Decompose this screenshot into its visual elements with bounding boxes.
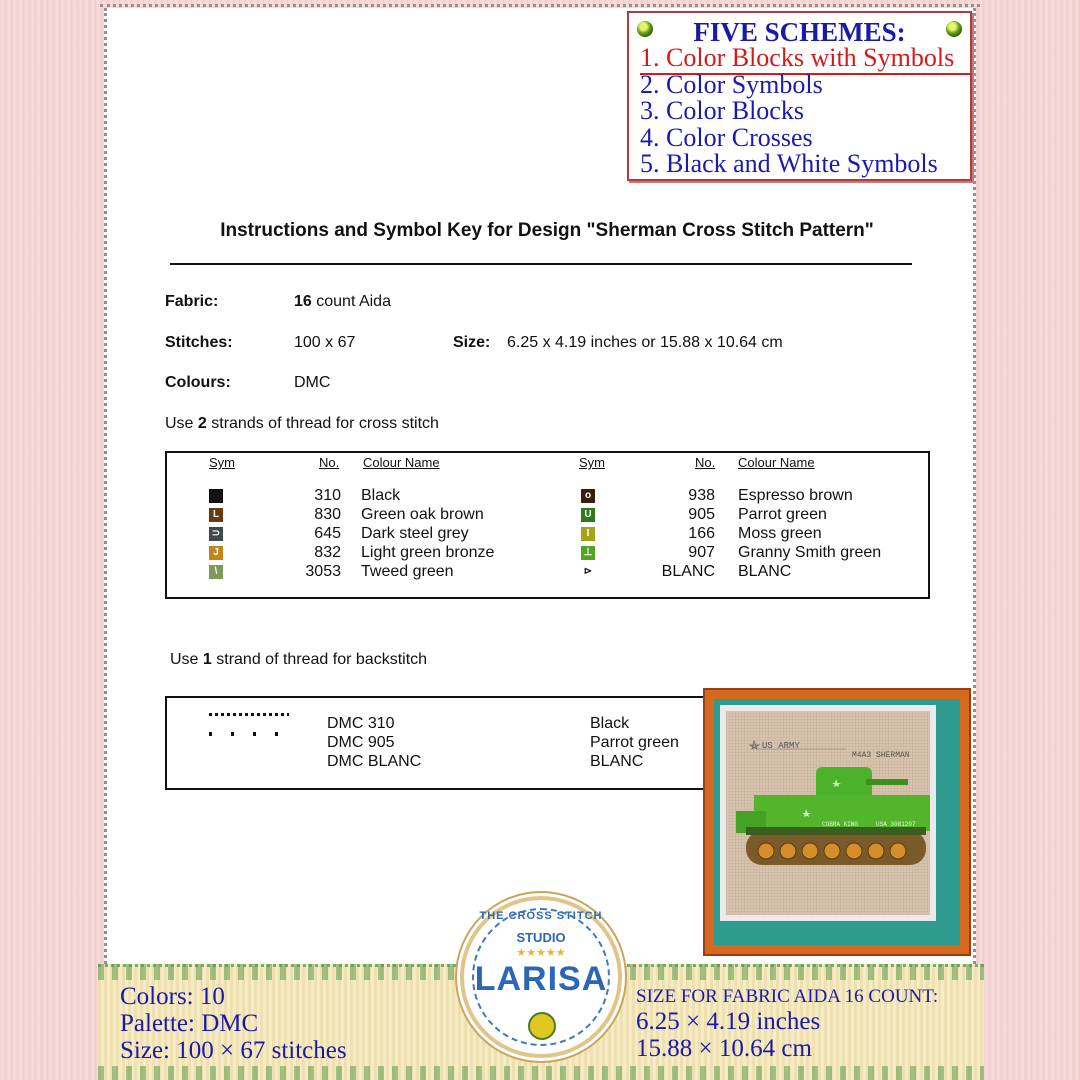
colour-name: Parrot green xyxy=(738,506,827,523)
size-label: Size: xyxy=(453,334,491,351)
size-inches: 6.25 × 4.19 inches xyxy=(636,1008,821,1035)
stitched-canvas: US ARMY M4A3 SHERMAN COBRA KING USA 3081… xyxy=(726,711,930,915)
symbol-swatch: I xyxy=(581,527,595,541)
colour-name: Black xyxy=(361,487,401,504)
dmc-number: 830 xyxy=(314,506,341,523)
dmc-number: 166 xyxy=(688,525,715,542)
symbol-swatch: J xyxy=(209,546,223,560)
symbol-swatch: U xyxy=(581,508,595,522)
size-value: 6.25 x 4.19 inches or 15.88 x 10.64 cm xyxy=(507,334,783,351)
symbol-swatch: \ xyxy=(209,565,223,579)
backstitch-line-icon xyxy=(209,732,279,736)
symbol-swatch: L xyxy=(209,508,223,522)
cross-stitch-note: Use 2 strands of thread for cross stitch xyxy=(165,415,439,432)
header-sym: Sym xyxy=(209,455,235,470)
scheme-item[interactable]: 3. Color Blocks xyxy=(640,96,804,126)
fabric-value: 16 count Aida xyxy=(294,293,391,310)
header-sym: Sym xyxy=(579,455,605,470)
logo-name: LARISA xyxy=(474,960,608,998)
backstitch-name: Black xyxy=(590,715,630,732)
bird-icon xyxy=(528,1012,556,1040)
logo-studio: STUDIO xyxy=(516,930,566,945)
dmc-number: 645 xyxy=(314,525,341,542)
backstitch-code: DMC BLANC xyxy=(327,753,422,770)
header-no: No. xyxy=(695,455,716,470)
backstitch-code: DMC 905 xyxy=(327,734,395,751)
colour-name: Moss green xyxy=(738,525,822,542)
dmc-number: 907 xyxy=(688,544,715,561)
dmc-number: BLANC xyxy=(661,563,715,580)
colour-name: Granny Smith green xyxy=(738,544,882,561)
divider xyxy=(170,263,912,265)
colour-name: Dark steel grey xyxy=(361,525,469,542)
backstitch-name: BLANC xyxy=(590,753,644,770)
symbol-swatch: o xyxy=(581,489,595,503)
leaf-border xyxy=(98,1066,984,1080)
stitches-value: 100 x 67 xyxy=(294,334,356,351)
backstitch-code: DMC 310 xyxy=(327,715,395,732)
backstitch-line-icon xyxy=(209,713,289,716)
symbol-key-table: Sym No. Colour Name Sym No. Colour Name … xyxy=(165,451,930,599)
fabric-size-heading: SIZE FOR FABRIC AIDA 16 COUNT: xyxy=(636,986,939,1007)
backstitch-name: Parrot green xyxy=(590,734,679,751)
schemes-panel: FIVE SCHEMES: 1. Color Blocks with Symbo… xyxy=(627,11,972,181)
colors-count: Colors: 10 xyxy=(120,983,225,1010)
preview-label: USA 3081207 xyxy=(876,821,916,828)
header-name: Colour Name xyxy=(363,455,440,470)
dmc-number: 905 xyxy=(688,506,715,523)
colour-name: BLANC xyxy=(738,563,792,580)
colours-value: DMC xyxy=(294,374,331,391)
tank-illustration xyxy=(736,739,930,865)
logo-brand: THE CROSS STITCH xyxy=(479,910,603,922)
colour-name: Light green bronze xyxy=(361,544,495,561)
colours-label: Colours: xyxy=(165,374,231,391)
colour-name: Green oak brown xyxy=(361,506,484,523)
symbol-swatch: ⊥ xyxy=(581,546,595,560)
symbol-swatch: ⊳ xyxy=(581,565,595,579)
backstitch-note: Use 1 strand of thread for backstitch xyxy=(170,651,428,668)
pattern-preview[interactable]: US ARMY M4A3 SHERMAN COBRA KING USA 3081… xyxy=(703,688,971,956)
dmc-number: 832 xyxy=(314,544,341,561)
scheme-item[interactable]: 5. Black and White Symbols xyxy=(640,149,938,179)
dmc-number: 310 xyxy=(314,487,341,504)
colour-name: Espresso brown xyxy=(738,487,853,504)
size-cm: 15.88 × 10.64 cm xyxy=(636,1035,812,1062)
colour-name: Tweed green xyxy=(361,563,454,580)
backstitch-table: DMC 310 DMC 905 DMC BLANC Black Parrot g… xyxy=(165,696,710,790)
header-name: Colour Name xyxy=(738,455,815,470)
fabric-label: Fabric: xyxy=(165,293,219,310)
palette-info: Palette: DMC xyxy=(120,1010,259,1037)
preview-label: COBRA KING xyxy=(822,821,859,828)
symbol-swatch: ⊃ xyxy=(209,527,223,541)
symbol-swatch xyxy=(209,489,223,503)
stitch-size: Size: 100 × 67 stitches xyxy=(120,1037,347,1064)
studio-logo: THE CROSS STITCH STUDIO ★★★★★ LARISA xyxy=(460,896,622,1058)
stitches-label: Stitches: xyxy=(165,334,233,351)
header-no: No. xyxy=(319,455,340,470)
frame-mat: US ARMY M4A3 SHERMAN COBRA KING USA 3081… xyxy=(720,705,936,921)
logo-stars: ★★★★★ xyxy=(516,947,566,959)
page-title: Instructions and Symbol Key for Design "… xyxy=(220,220,874,241)
dmc-number: 3053 xyxy=(305,563,341,580)
dmc-number: 938 xyxy=(688,487,715,504)
